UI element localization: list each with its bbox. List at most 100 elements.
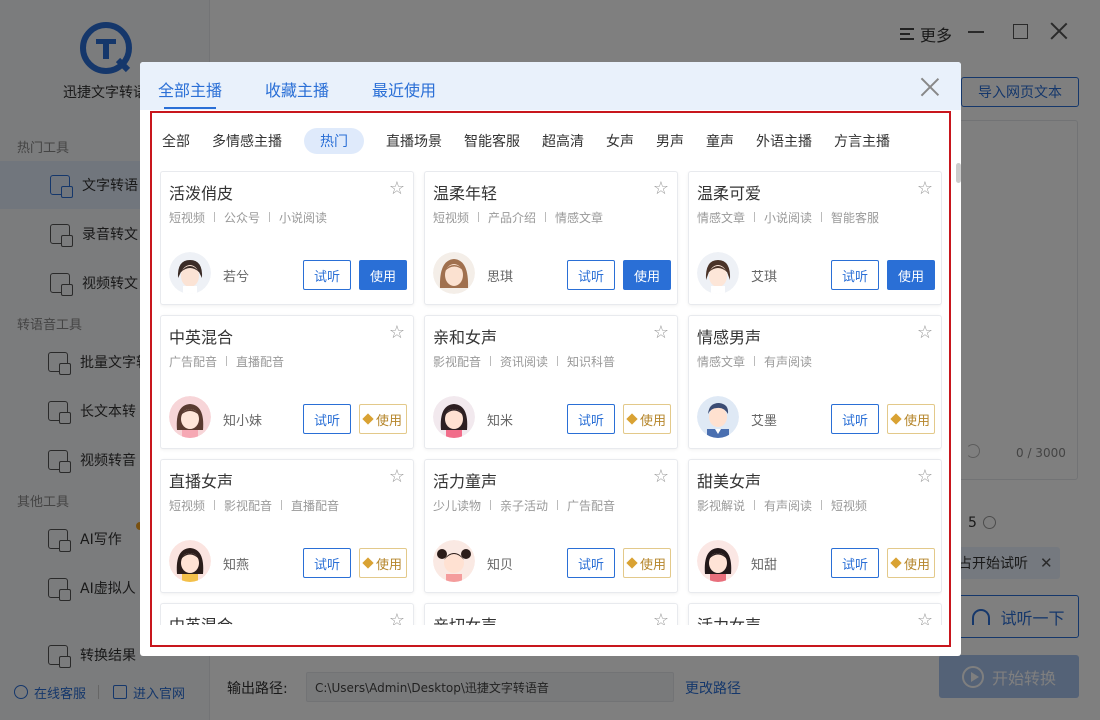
filter-live[interactable]: 直播场景	[386, 128, 442, 154]
tab-favorites[interactable]: 收藏主播	[265, 77, 329, 101]
voice-style: 活泼俏皮	[169, 184, 234, 203]
voice-style: 温柔可爱	[697, 184, 762, 203]
voice-card[interactable]: 中英混合 ☆	[160, 603, 414, 625]
voice-name: 知小妹	[223, 414, 263, 429]
try-listen-button[interactable]: 试听	[303, 404, 351, 434]
voice-style: 亲切女声	[433, 612, 497, 625]
vip-diamond-icon	[626, 413, 638, 425]
tab-all-voices[interactable]: 全部主播	[158, 77, 222, 109]
voice-style: 中英混合	[169, 328, 234, 347]
voice-card[interactable]: 甜美女声 ☆ 影视解说 有声阅读 短视频 知甜 试听 使用	[688, 459, 942, 593]
filter-male[interactable]: 男声	[656, 128, 684, 154]
try-listen-button[interactable]: 试听	[831, 260, 879, 290]
filter-foreign[interactable]: 外语主播	[756, 128, 812, 154]
favorite-star-icon[interactable]: ☆	[653, 466, 669, 487]
try-listen-button[interactable]: 试听	[831, 404, 879, 434]
voice-name: 知米	[487, 414, 514, 429]
voice-card[interactable]: 亲和女声 ☆ 影视配音 资讯阅读 知识科普 知米 试听 使用	[424, 315, 678, 449]
favorite-star-icon[interactable]: ☆	[389, 610, 405, 625]
vip-use-button[interactable]: 使用	[623, 404, 671, 434]
filter-child[interactable]: 童声	[706, 128, 734, 154]
voice-name: 艾琪	[751, 270, 778, 285]
tab-recent[interactable]: 最近使用	[372, 77, 436, 101]
avatar	[697, 252, 739, 294]
avatar	[169, 396, 211, 438]
scrollbar-thumb[interactable]	[956, 163, 961, 183]
favorite-star-icon[interactable]: ☆	[389, 466, 405, 487]
voice-list-panel: 全部 多情感主播 热门 直播场景 智能客服 超高清 女声 男声 童声 外语主播 …	[150, 111, 951, 647]
filter-hot[interactable]: 热门	[304, 128, 364, 154]
voice-name: 知燕	[223, 558, 250, 573]
voice-name: 知贝	[487, 558, 514, 573]
vip-use-button[interactable]: 使用	[887, 404, 935, 434]
vip-diamond-icon	[890, 557, 902, 569]
vip-use-button[interactable]: 使用	[623, 548, 671, 578]
favorite-star-icon[interactable]: ☆	[917, 178, 933, 199]
vip-use-button[interactable]: 使用	[359, 548, 407, 578]
filter-dialect[interactable]: 方言主播	[834, 128, 890, 154]
use-button[interactable]: 使用	[887, 260, 935, 290]
voice-style: 温柔年轻	[433, 184, 498, 203]
avatar	[433, 252, 475, 294]
voice-tags: 广告配音 直播配音	[169, 355, 285, 369]
filter-bar: 全部 多情感主播 热门 直播场景 智能客服 超高清 女声 男声 童声 外语主播 …	[162, 128, 912, 154]
vip-diamond-icon	[362, 413, 374, 425]
voice-tags: 短视频 产品介绍 情感文章	[433, 211, 604, 225]
voice-style: 活力童声	[433, 472, 498, 491]
voice-style: 甜美女声	[697, 472, 762, 491]
vip-use-button[interactable]: 使用	[359, 404, 407, 434]
filter-multi-emotion[interactable]: 多情感主播	[212, 128, 282, 154]
try-listen-button[interactable]: 试听	[303, 260, 351, 290]
voice-style: 亲和女声	[433, 328, 498, 347]
voice-style: 直播女声	[169, 472, 234, 491]
voice-card[interactable]: 中英混合 ☆ 广告配音 直播配音 知小妹 试听 使用	[160, 315, 414, 449]
voice-card[interactable]: 温柔年轻 ☆ 短视频 产品介绍 情感文章 思琪 试听 使用	[424, 171, 678, 305]
favorite-star-icon[interactable]: ☆	[389, 178, 405, 199]
voice-card[interactable]: 直播女声 ☆ 短视频 影视配音 直播配音 知燕 试听 使用	[160, 459, 414, 593]
avatar	[169, 540, 211, 582]
favorite-star-icon[interactable]: ☆	[389, 322, 405, 343]
vip-use-button[interactable]: 使用	[887, 548, 935, 578]
avatar	[697, 540, 739, 582]
voice-style: 中英混合	[169, 612, 233, 625]
filter-smart-service[interactable]: 智能客服	[464, 128, 520, 154]
avatar	[697, 396, 739, 438]
favorite-star-icon[interactable]: ☆	[653, 178, 669, 199]
filter-ultra-hd[interactable]: 超高清	[542, 128, 584, 154]
voice-card[interactable]: 温柔可爱 ☆ 情感文章 小说阅读 智能客服 艾琪 试听 使用	[688, 171, 942, 305]
favorite-star-icon[interactable]: ☆	[917, 322, 933, 343]
try-listen-button[interactable]: 试听	[831, 548, 879, 578]
voice-card[interactable]: 亲切女声 ☆	[424, 603, 678, 625]
modal-close-icon[interactable]	[921, 78, 939, 96]
use-button[interactable]: 使用	[359, 260, 407, 290]
try-listen-button[interactable]: 试听	[303, 548, 351, 578]
try-listen-button[interactable]: 试听	[567, 404, 615, 434]
favorite-star-icon[interactable]: ☆	[917, 610, 933, 625]
voice-card[interactable]: 活力童声 ☆ 少儿读物 亲子活动 广告配音 知贝 试听 使用	[424, 459, 678, 593]
voice-tags: 少儿读物 亲子活动 广告配音	[433, 499, 616, 513]
voice-tags: 影视解说 有声阅读 短视频	[697, 499, 868, 513]
voice-tags: 短视频 影视配音 直播配音	[169, 499, 340, 513]
favorite-star-icon[interactable]: ☆	[917, 466, 933, 487]
vip-diamond-icon	[362, 557, 374, 569]
favorite-star-icon[interactable]: ☆	[653, 322, 669, 343]
filter-female[interactable]: 女声	[606, 128, 634, 154]
use-button[interactable]: 使用	[623, 260, 671, 290]
avatar	[433, 396, 475, 438]
favorite-star-icon[interactable]: ☆	[653, 610, 669, 625]
try-listen-button[interactable]: 试听	[567, 260, 615, 290]
avatar	[169, 252, 211, 294]
filter-all[interactable]: 全部	[162, 128, 190, 154]
vip-diamond-icon	[626, 557, 638, 569]
voice-name: 若兮	[223, 270, 250, 285]
voice-name: 知甜	[751, 558, 778, 573]
voice-card[interactable]: 活力女声 ☆	[688, 603, 942, 625]
try-listen-button[interactable]: 试听	[567, 548, 615, 578]
voice-card[interactable]: 情感男声 ☆ 情感文章 有声阅读 艾墨 试听 使用	[688, 315, 942, 449]
voice-style: 活力女声	[697, 612, 761, 625]
voice-card[interactable]: 活泼俏皮 ☆ 短视频 公众号 小说阅读 若兮 试听 使用	[160, 171, 414, 305]
voice-card-grid: 活泼俏皮 ☆ 短视频 公众号 小说阅读 若兮 试听 使用 温柔年轻 ☆ 短视频 产品介…	[160, 171, 942, 625]
voice-name: 艾墨	[751, 414, 778, 429]
voice-name: 思琪	[487, 270, 514, 285]
voice-tags: 情感文章 小说阅读 智能客服	[697, 211, 880, 225]
